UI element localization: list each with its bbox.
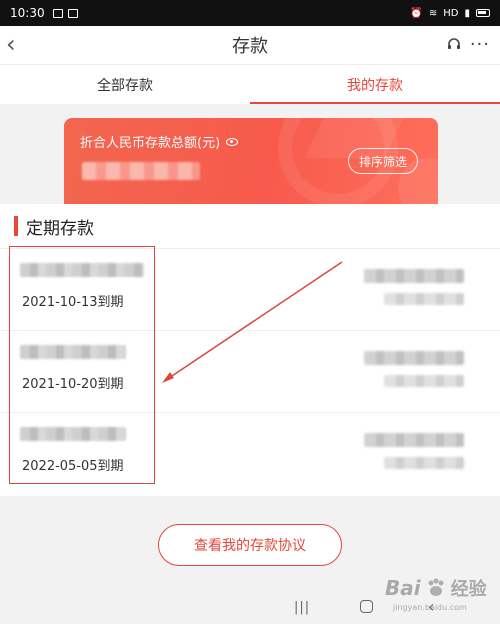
- paw-logo-icon: [428, 578, 444, 596]
- network-type: HD: [443, 7, 459, 19]
- battery-icon: [476, 9, 490, 17]
- total-label-row: 折合人民币存款总额(元): [80, 132, 239, 151]
- tab-my-deposits[interactable]: 我的存款: [250, 65, 500, 104]
- page-title: 存款: [232, 36, 268, 57]
- section-header: 定期存款: [0, 204, 500, 248]
- signal-icon: ▮: [464, 7, 470, 19]
- watermark-brand: Bai: [385, 576, 421, 600]
- home-icon[interactable]: [360, 600, 373, 613]
- back-arrow-icon[interactable]: ‹: [6, 30, 16, 58]
- gallery-notification-icon: [52, 8, 63, 18]
- view-agreement-button[interactable]: 查看我的存款协议: [158, 524, 342, 566]
- deposit-rate-blurred: [384, 457, 464, 469]
- total-amount-blurred: [82, 162, 200, 180]
- wifi-icon: ≋: [428, 7, 438, 19]
- watermark-url: jingyan.baidu.com: [393, 603, 467, 612]
- alarm-icon: ⏰: [410, 7, 423, 19]
- deposit-rate-blurred: [384, 293, 464, 305]
- watermark-brand-cn: 经验: [450, 579, 487, 600]
- deposit-amount-blurred: [364, 351, 464, 365]
- tab-bar: 全部存款 我的存款: [0, 64, 500, 104]
- annotation-highlight-box: [9, 246, 155, 484]
- deposit-amount-blurred: [364, 433, 464, 447]
- summary-card: 折合人民币存款总额(元) 排序筛选: [64, 118, 438, 204]
- section-title: 定期存款: [26, 218, 94, 239]
- status-time: 10:30: [10, 6, 45, 20]
- deposit-amount-blurred: [364, 269, 464, 283]
- status-icons: ⏰ ≋ HD ▮: [410, 8, 490, 19]
- status-bar: 10:30 ⏰ ≋ HD ▮: [0, 0, 500, 26]
- more-icon[interactable]: ···: [470, 34, 490, 55]
- message-notification-icon: [67, 8, 78, 18]
- tab-all-deposits[interactable]: 全部存款: [0, 65, 250, 104]
- total-label: 折合人民币存款总额(元): [80, 136, 221, 151]
- sort-filter-button[interactable]: 排序筛选: [348, 148, 418, 174]
- nav-bar: ‹ 存款 ···: [0, 26, 500, 64]
- headset-icon[interactable]: [446, 36, 462, 52]
- watermark: Bai 经验 jingyan.baidu.com: [385, 575, 487, 612]
- deposit-rate-blurred: [384, 375, 464, 387]
- eye-icon[interactable]: [226, 137, 239, 146]
- recents-icon[interactable]: |||: [294, 600, 310, 615]
- section-accent-bar: [14, 216, 18, 236]
